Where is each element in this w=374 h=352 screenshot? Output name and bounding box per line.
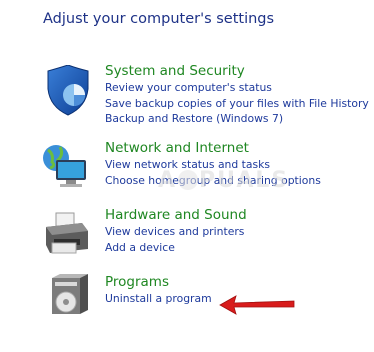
category-title[interactable]: Hardware and Sound (105, 207, 247, 224)
shield-icon (42, 64, 94, 117)
link-review-status[interactable]: Review your computer's status (105, 80, 369, 96)
page-title: Adjust your computer's settings (43, 11, 275, 27)
annotation-arrow-icon (219, 295, 295, 315)
link-uninstall-program[interactable]: Uninstall a program (105, 291, 212, 307)
link-devices-printers[interactable]: View devices and printers (105, 224, 247, 240)
category-title[interactable]: Network and Internet (105, 140, 321, 157)
link-backup-restore[interactable]: Backup and Restore (Windows 7) (105, 111, 369, 127)
printer-icon (42, 209, 94, 261)
link-file-history[interactable]: Save backup copies of your files with Fi… (105, 96, 369, 112)
category-title[interactable]: System and Security (105, 63, 369, 80)
programs-disc-icon (42, 270, 94, 322)
watermark-mascot-icon (178, 170, 199, 190)
category-title[interactable]: Programs (105, 274, 212, 291)
link-add-device[interactable]: Add a device (105, 240, 247, 256)
network-globe-icon (42, 142, 94, 194)
watermark: A PUALS (158, 168, 290, 193)
